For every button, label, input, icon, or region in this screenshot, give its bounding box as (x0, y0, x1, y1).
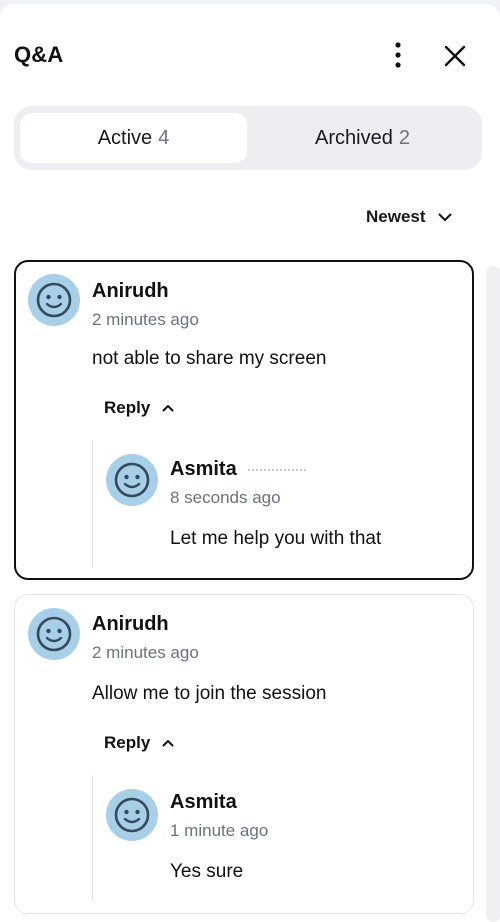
chevron-up-icon (162, 740, 174, 747)
tab-active-label: Active (97, 126, 153, 149)
question-text: Allow me to join the session (92, 683, 327, 704)
sort-label: Newest (366, 207, 426, 226)
tab-active-count: 4 (158, 126, 170, 149)
close-button[interactable] (440, 41, 470, 71)
chevron-down-icon (438, 213, 452, 221)
reply-label: Reply (104, 733, 151, 752)
panel-title: Q&A (14, 42, 64, 67)
question-card[interactable]: Anirudh 2 minutes ago Allow me to join t… (14, 594, 474, 914)
scrollbar[interactable] (486, 266, 500, 922)
reply-time: 8 seconds ago (170, 488, 281, 507)
question-author: Anirudh (92, 613, 169, 635)
tab-archived-label: Archived (315, 126, 393, 149)
smiley-icon (114, 797, 150, 833)
thread-line (92, 775, 93, 901)
smiley-icon (114, 462, 150, 498)
tab-switcher: Active 4 Archived 2 (14, 106, 482, 170)
question-time: 2 minutes ago (92, 643, 199, 662)
reply-toggle-button[interactable]: Reply (104, 398, 174, 418)
question-card[interactable]: Anirudh 2 minutes ago not able to share … (14, 260, 474, 580)
thread-line (92, 440, 93, 568)
smiley-icon (36, 616, 72, 652)
avatar (28, 274, 80, 326)
avatar (28, 608, 80, 660)
more-vertical-icon (395, 42, 401, 68)
avatar (106, 454, 158, 506)
tab-archived-count: 2 (398, 126, 410, 149)
tab-archived[interactable]: Archived 2 (249, 113, 476, 163)
reply-text: Yes sure (170, 861, 244, 882)
panel-header: Q&A (0, 4, 500, 104)
question-author: Anirudh (92, 280, 169, 302)
question-time: 2 minutes ago (92, 310, 199, 329)
smiley-icon (36, 282, 72, 318)
reply-author: Asmita (170, 791, 237, 814)
qa-panel: Q&A Active 4 Archived 2 Newest Anirudh 2… (0, 4, 500, 922)
reply-time: 1 minute ago (170, 821, 269, 840)
reply-author-name: Asmita (170, 791, 237, 813)
question-text: not able to share my screen (92, 348, 327, 369)
redacted-name (248, 468, 307, 471)
more-options-button[interactable] (384, 40, 412, 70)
reply-text: Let me help you with that (170, 528, 382, 549)
reply-author: Asmita (170, 458, 307, 481)
reply-label: Reply (104, 398, 151, 417)
sort-dropdown[interactable]: Newest (366, 204, 452, 230)
reply-author-name: Asmita (170, 458, 237, 480)
avatar (106, 789, 158, 841)
reply-toggle-button[interactable]: Reply (104, 733, 174, 753)
tab-active[interactable]: Active 4 (20, 113, 247, 163)
chevron-up-icon (162, 405, 174, 412)
close-icon (444, 45, 466, 67)
